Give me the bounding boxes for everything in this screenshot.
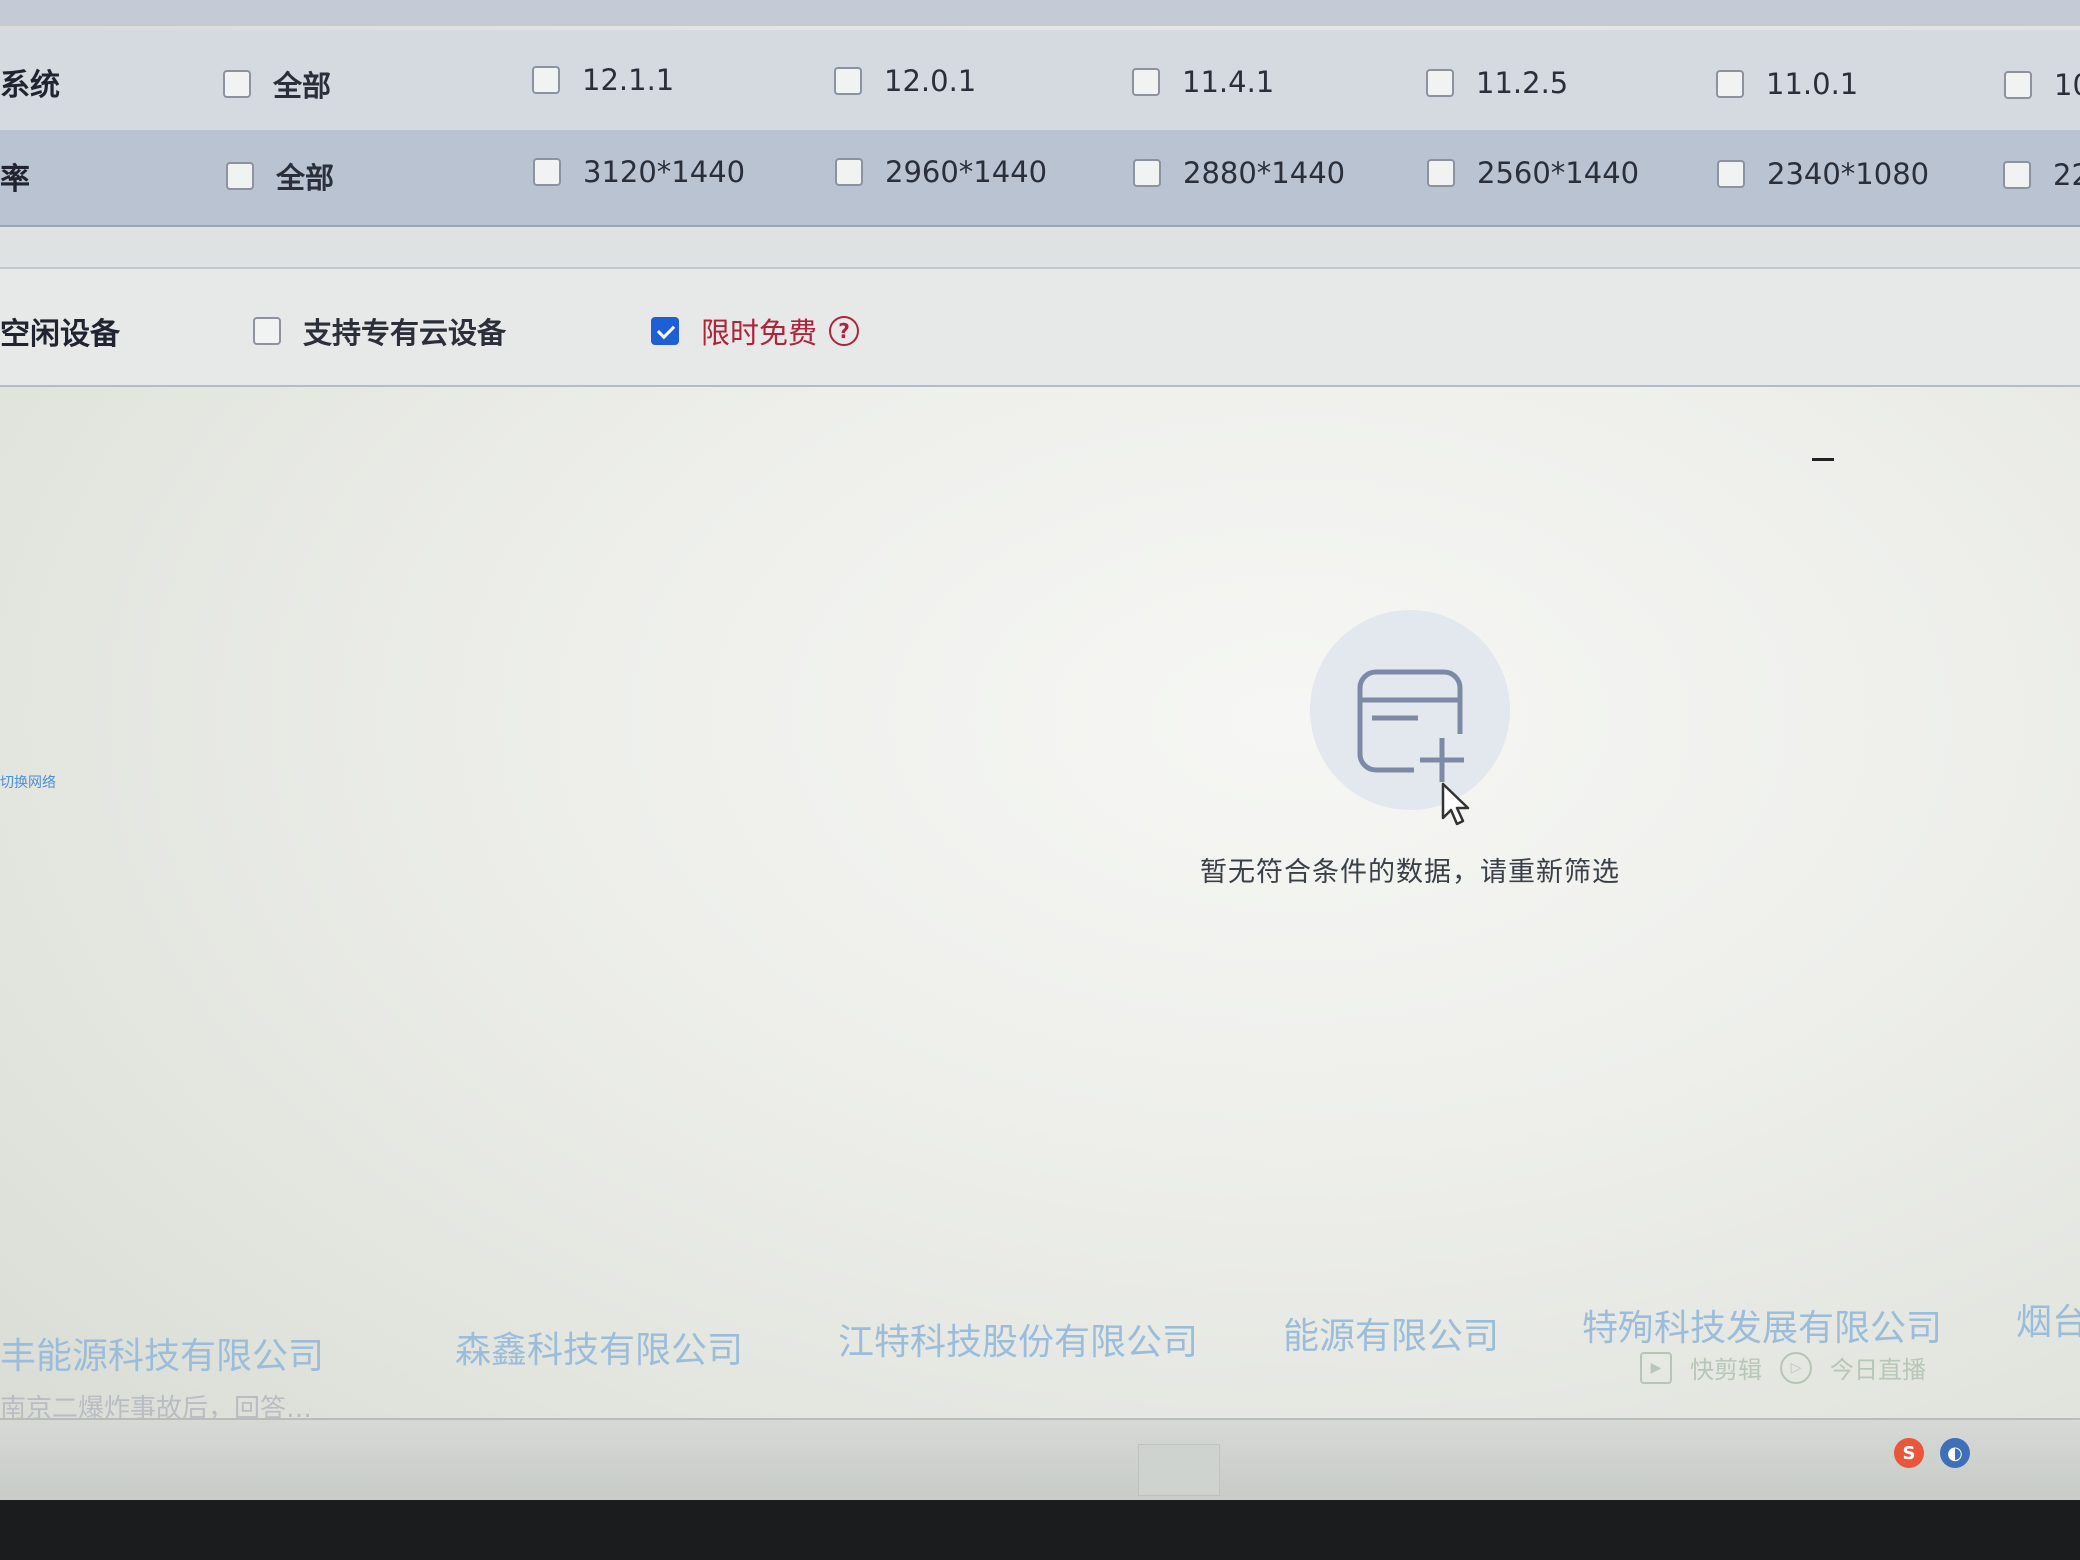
side-link[interactable]: 切换网络: [0, 772, 56, 792]
checkbox[interactable]: [1716, 70, 1744, 98]
row-label: 系统: [0, 68, 60, 103]
system-option[interactable]: 11.0.1: [1716, 67, 1858, 101]
row-label: 率: [0, 162, 30, 197]
filter-divider: [0, 227, 2080, 269]
footer-link[interactable]: 特殉科技发展有限公司: [1582, 1299, 1942, 1351]
checkbox[interactable]: [835, 158, 863, 186]
checkbox[interactable]: [532, 66, 560, 94]
footer-link[interactable]: 森鑫科技有限公司: [455, 1321, 743, 1373]
resolution-option[interactable]: 2960*1440: [835, 155, 1047, 189]
system-option[interactable]: 12.1.1: [532, 63, 674, 97]
checkbox-checked[interactable]: [651, 317, 679, 345]
footer-link[interactable]: 能源有限公司: [1283, 1307, 1499, 1359]
checkbox[interactable]: [533, 158, 561, 186]
checkbox[interactable]: [1427, 159, 1455, 187]
partial-filter-row: [0, 0, 2080, 26]
browser-content: 系统 全部 12.1.1 12.0.1 11.4.1 11.2.5 11.0.1…: [0, 0, 2080, 1500]
resolution-row: 率 全部 3120*1440 2960*1440 2880*1440 2560*…: [0, 130, 2080, 227]
help-icon[interactable]: ?: [829, 316, 860, 346]
resolution-option-all[interactable]: 全部: [226, 155, 334, 197]
footer-link[interactable]: 丰能源科技有限公司: [0, 1327, 324, 1379]
live-icon[interactable]: ▷: [1780, 1351, 1812, 1384]
tool-label[interactable]: 快剪辑: [1690, 1350, 1762, 1385]
tool-label[interactable]: 今日直播: [1830, 1350, 1926, 1385]
resolution-option[interactable]: 2880*1440: [1133, 156, 1345, 190]
device-filter-row: 空闲设备 支持专有云设备 限时免费 ?: [0, 269, 2080, 387]
sogou-ime-icon[interactable]: S: [1894, 1438, 1924, 1468]
free-label: 限时免费: [701, 316, 818, 350]
checkbox[interactable]: [1133, 159, 1161, 187]
system-option[interactable]: 11.2.5: [1426, 66, 1568, 100]
resolution-option[interactable]: 22: [2003, 158, 2080, 192]
checkbox[interactable]: [1132, 68, 1160, 96]
system-option[interactable]: 12.0.1: [834, 64, 976, 98]
screen-speck: [1812, 458, 1834, 461]
row-label: 空闲设备: [0, 317, 120, 352]
private-cloud-checkbox[interactable]: 支持专有云设备: [253, 310, 506, 352]
footer-tools: ▶ 快剪辑 ▷ 今日直播: [1640, 1350, 1926, 1385]
taskbar-button[interactable]: [1138, 1444, 1220, 1496]
resolution-option[interactable]: 2340*1080: [1717, 157, 1929, 191]
footer-link[interactable]: 江特科技股份有限公司: [838, 1313, 1198, 1365]
footer-company-links: 丰能源科技有限公司 森鑫科技有限公司 江特科技股份有限公司 能源有限公司 特殉科…: [0, 1285, 2080, 1377]
checkbox[interactable]: [1426, 69, 1454, 97]
empty-list-add-icon: [1310, 610, 1510, 810]
resolution-option[interactable]: 3120*1440: [533, 155, 745, 189]
taskbar: S ◐: [0, 1418, 2080, 1500]
system-version-row: 系统 全部 12.1.1 12.0.1 11.4.1 11.2.5 11.0.1…: [0, 30, 2080, 130]
monitor-bezel: [0, 1500, 2080, 1560]
network-icon[interactable]: ◐: [1940, 1438, 1970, 1468]
checkbox[interactable]: [223, 70, 251, 98]
checkbox[interactable]: [253, 317, 281, 345]
play-icon[interactable]: ▶: [1640, 1351, 1672, 1384]
system-option[interactable]: 10: [2004, 68, 2080, 102]
system-tray: S ◐: [1894, 1438, 1970, 1468]
footer-link[interactable]: 烟台: [2016, 1293, 2080, 1345]
checkbox[interactable]: [1717, 160, 1745, 188]
free-trial-checkbox[interactable]: 限时免费 ?: [651, 310, 860, 352]
checkbox[interactable]: [2003, 161, 2031, 189]
system-option-all[interactable]: 全部: [223, 63, 331, 105]
system-option[interactable]: 11.4.1: [1132, 65, 1274, 99]
resolution-option[interactable]: 2560*1440: [1427, 156, 1639, 190]
checkbox[interactable]: [834, 67, 862, 95]
empty-message: 暂无符合条件的数据，请重新筛选: [1200, 857, 1620, 888]
checkbox[interactable]: [2004, 71, 2032, 99]
mouse-cursor-icon: [1441, 782, 1470, 826]
checkbox[interactable]: [226, 162, 254, 190]
